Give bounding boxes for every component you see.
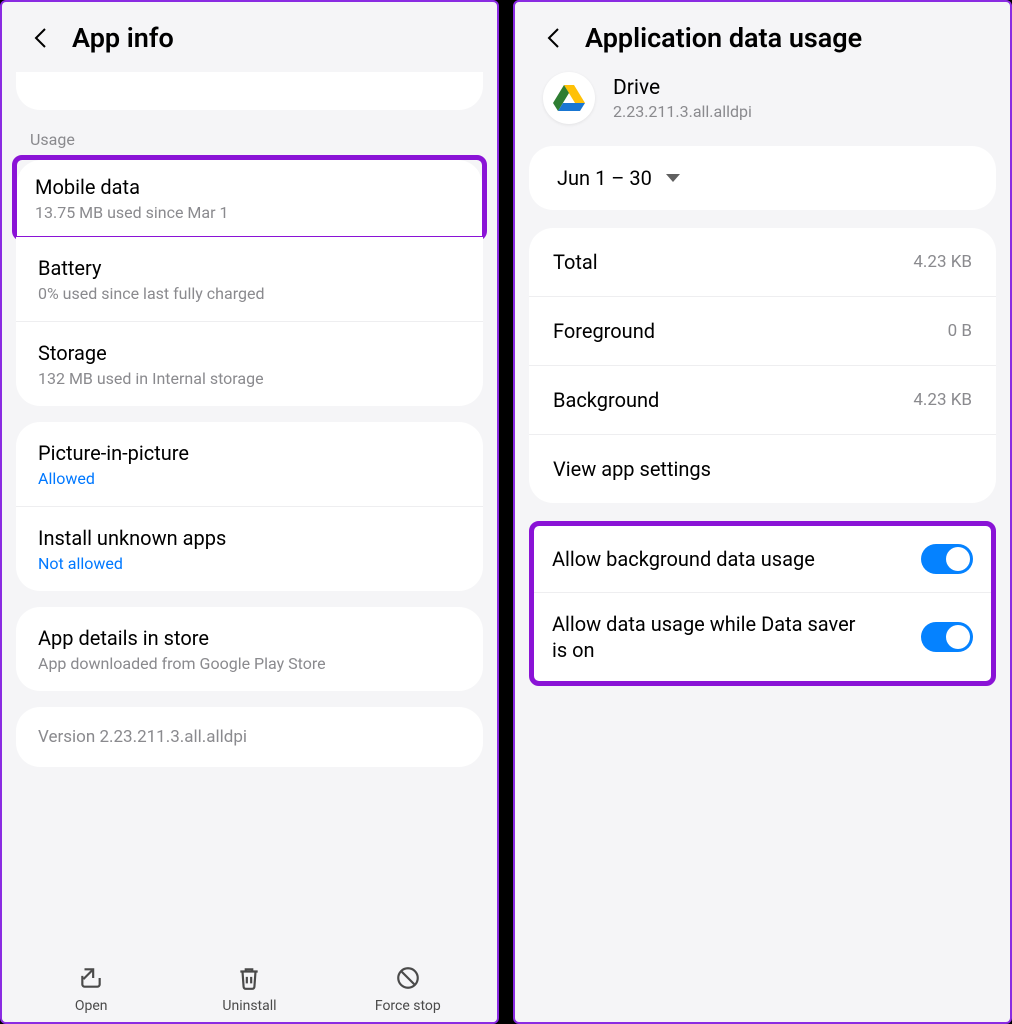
version-text: Version 2.23.211.3.all.alldpi [16,707,483,767]
app-name: Drive [613,76,752,100]
app-info-screen: App info Usage Mobile data 13.75 MB used… [0,0,499,1024]
bg-data-toggle-row[interactable]: Allow background data usage [534,526,991,593]
app-version: 2.23.211.3.all.alldpi [613,102,752,121]
drive-icon [543,72,595,124]
fg-label: Foreground [553,319,655,343]
view-settings-label: View app settings [553,457,711,481]
bg-data-label: Allow background data usage [552,546,815,572]
page-title: Application data usage [585,22,862,54]
back-icon[interactable] [30,28,50,48]
cutoff-card [16,72,483,110]
toggles-highlight: Allow background data usage Allow data u… [529,521,996,686]
storage-sub: 132 MB used in Internal storage [38,369,461,388]
mobile-data-item[interactable]: Mobile data 13.75 MB used since Mar 1 [17,160,482,236]
bg-data-toggle[interactable] [921,544,973,574]
bottom-bar: Open Uninstall Force stop [2,946,497,1022]
view-settings-row[interactable]: View app settings [529,435,996,503]
total-row: Total 4.23 KB [529,228,996,297]
usage-stats-card: Total 4.23 KB Foreground 0 B Background … [529,228,996,503]
saver-label: Allow data usage while Data saver is on [552,611,872,663]
open-button[interactable]: Open [12,964,170,1014]
storage-title: Storage [38,340,461,366]
store-sub: App downloaded from Google Play Store [38,654,461,673]
foreground-row: Foreground 0 B [529,297,996,366]
pip-item[interactable]: Picture-in-picture Allowed [16,422,483,507]
storage-item[interactable]: Storage 132 MB used in Internal storage [16,322,483,406]
battery-sub: 0% used since last fully charged [38,284,461,303]
pip-title: Picture-in-picture [38,440,461,466]
mobile-data-title: Mobile data [35,174,464,200]
usage-card: Battery 0% used since last fully charged… [16,237,483,406]
back-icon[interactable] [543,28,563,48]
forbid-icon [394,964,422,992]
battery-item[interactable]: Battery 0% used since last fully charged [16,237,483,322]
bg-label: Background [553,388,659,412]
page-title: App info [72,22,174,54]
permissions-card: Picture-in-picture Allowed Install unkno… [16,422,483,591]
force-stop-button[interactable]: Force stop [329,964,487,1014]
saver-toggle-row[interactable]: Allow data usage while Data saver is on [534,593,991,681]
trash-icon [235,964,263,992]
usage-section-label: Usage [2,120,497,155]
total-value: 4.23 KB [913,252,972,272]
pip-sub: Allowed [38,469,461,488]
mobile-data-sub: 13.75 MB used since Mar 1 [35,203,464,222]
uninstall-label: Uninstall [222,998,276,1014]
header: Application data usage [515,2,1010,72]
bg-value: 4.23 KB [913,390,972,410]
unknown-title: Install unknown apps [38,525,461,551]
total-label: Total [553,250,598,274]
unknown-sub: Not allowed [38,554,461,573]
unknown-apps-item[interactable]: Install unknown apps Not allowed [16,507,483,591]
force-label: Force stop [375,998,441,1014]
background-row: Background 4.23 KB [529,366,996,435]
store-item[interactable]: App details in store App downloaded from… [16,607,483,691]
open-icon [77,964,105,992]
app-header: Drive 2.23.211.3.all.alldpi [515,72,1010,136]
battery-title: Battery [38,255,461,281]
mobile-data-highlight: Mobile data 13.75 MB used since Mar 1 [12,155,487,241]
open-label: Open [75,998,108,1014]
date-range-selector[interactable]: Jun 1 – 30 [529,146,996,210]
chevron-down-icon [666,174,680,182]
store-title: App details in store [38,625,461,651]
uninstall-button[interactable]: Uninstall [170,964,328,1014]
date-range-text: Jun 1 – 30 [557,166,652,190]
saver-toggle[interactable] [921,622,973,652]
store-card: App details in store App downloaded from… [16,607,483,691]
fg-value: 0 B [948,321,972,341]
data-usage-screen: Application data usage Drive 2.23.211.3.… [513,0,1012,1024]
header: App info [2,2,497,72]
